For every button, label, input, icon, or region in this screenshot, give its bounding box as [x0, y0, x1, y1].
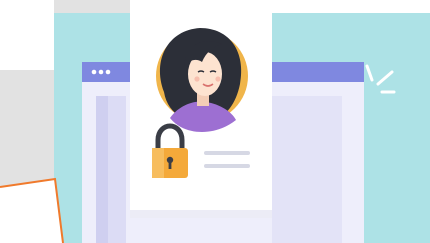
placeholder-line-2 [204, 164, 250, 168]
placeholder-line-1 [204, 151, 250, 155]
profile-card-shade [130, 210, 272, 218]
illustration-stage [0, 0, 430, 243]
callout-box [0, 177, 64, 243]
illustration-canvas [0, 0, 430, 243]
white-left-strip [0, 0, 54, 70]
